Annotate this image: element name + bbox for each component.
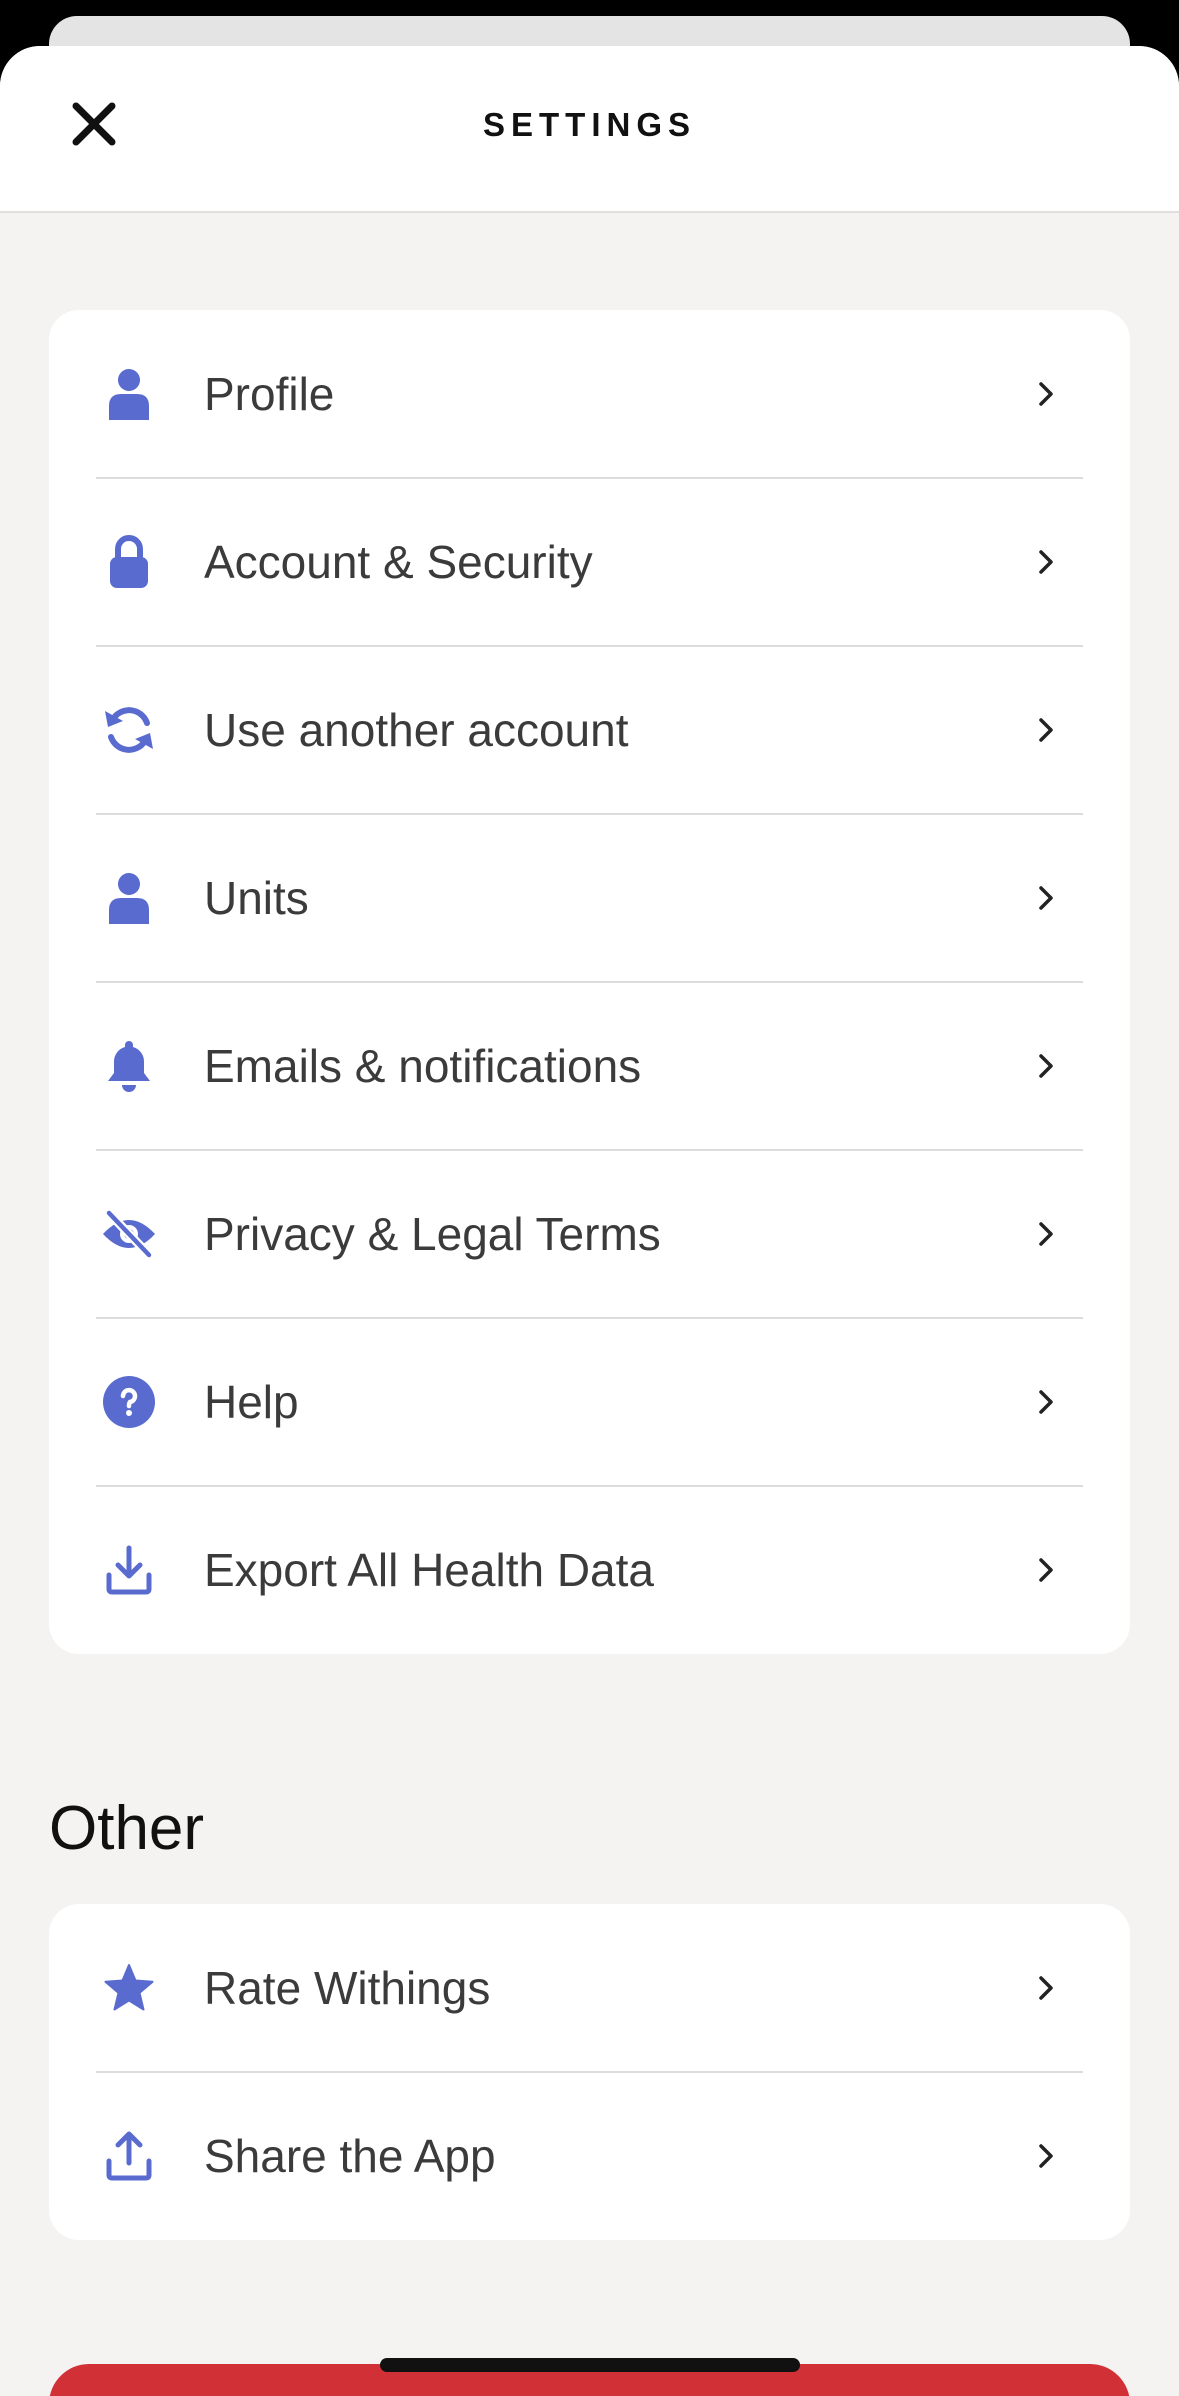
star-icon (101, 1960, 157, 2016)
chevron-right-icon (1032, 1974, 1060, 2002)
other-item-label: Share the App (204, 2130, 496, 2182)
home-indicator (380, 2358, 800, 2372)
other-item-label: Rate Withings (204, 1962, 491, 2014)
chevron-right-icon (1032, 884, 1060, 912)
settings-sheet: SETTINGS Profile Account & Security Use … (0, 46, 1179, 2396)
settings-item-label: Emails & notifications (204, 1040, 642, 1092)
settings-item-account-security[interactable]: Account & Security (49, 477, 1130, 646)
sync-icon (101, 702, 157, 758)
other-item-share-app[interactable]: Share the App (49, 2071, 1130, 2240)
settings-item-units[interactable]: Units (49, 813, 1130, 982)
chevron-right-icon (1032, 1388, 1060, 1416)
chevron-right-icon (1032, 380, 1060, 408)
share-icon (101, 2128, 157, 2184)
question-circle-icon (101, 1374, 157, 1430)
bell-icon (101, 1038, 157, 1094)
other-list: Rate Withings Share the App (49, 1904, 1130, 2240)
person-icon (101, 366, 157, 422)
settings-item-label: Account & Security (204, 536, 593, 588)
chevron-right-icon (1032, 2142, 1060, 2170)
settings-item-label: Units (204, 872, 309, 924)
settings-item-profile[interactable]: Profile (49, 310, 1130, 478)
settings-item-help[interactable]: Help (49, 1317, 1130, 1486)
nav-bar: SETTINGS (0, 46, 1179, 213)
person-icon (101, 870, 157, 926)
page-title: SETTINGS (482, 106, 697, 143)
settings-item-privacy-legal[interactable]: Privacy & Legal Terms (49, 1149, 1130, 1318)
settings-list: Profile Account & Security Use another a… (49, 310, 1130, 1654)
lock-icon (101, 534, 157, 590)
settings-item-emails-notifications[interactable]: Emails & notifications (49, 981, 1130, 1150)
settings-item-export-health-data[interactable]: Export All Health Data (49, 1485, 1130, 1654)
download-icon (101, 1542, 157, 1598)
settings-item-label: Help (204, 1376, 299, 1428)
chevron-right-icon (1032, 1556, 1060, 1584)
chevron-right-icon (1032, 1220, 1060, 1248)
settings-item-use-another-account[interactable]: Use another account (49, 645, 1130, 814)
chevron-right-icon (1032, 548, 1060, 576)
settings-item-label: Privacy & Legal Terms (204, 1208, 661, 1260)
settings-item-label: Profile (204, 368, 335, 420)
other-item-rate-withings[interactable]: Rate Withings (49, 1904, 1130, 2072)
settings-item-label: Use another account (204, 704, 629, 756)
eye-slash-icon (101, 1206, 157, 1262)
section-title-other: Other (49, 1794, 205, 1863)
chevron-right-icon (1032, 716, 1060, 744)
settings-item-label: Export All Health Data (204, 1544, 655, 1596)
chevron-right-icon (1032, 1052, 1060, 1080)
